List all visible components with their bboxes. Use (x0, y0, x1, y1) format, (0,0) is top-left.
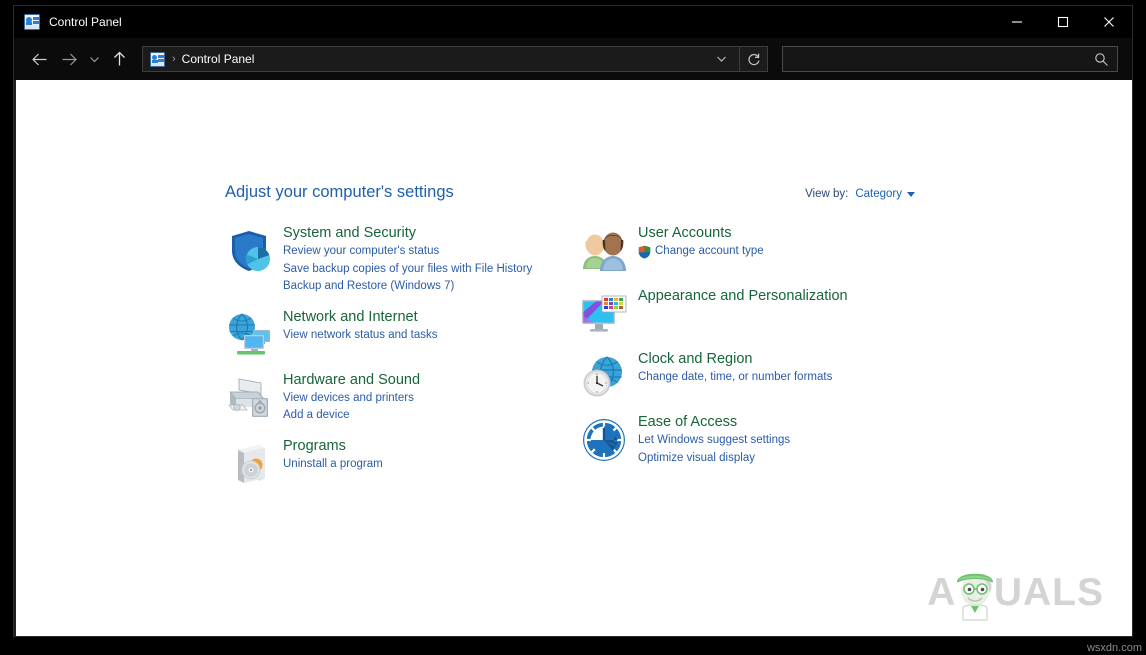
control-panel-icon (24, 14, 40, 30)
refresh-button[interactable] (740, 46, 768, 72)
page-title: Adjust your computer's settings (225, 183, 454, 201)
category-title[interactable]: Clock and Region (638, 349, 945, 369)
category-link[interactable]: Uninstall a program (283, 456, 580, 474)
breadcrumb-bar[interactable]: › Control Panel (142, 46, 740, 72)
category-title[interactable]: Programs (283, 436, 580, 456)
category-columns: System and Security Review your computer… (225, 223, 945, 499)
category-title[interactable]: Network and Internet (283, 307, 580, 327)
category-user-accounts[interactable]: User Accounts Change account type (580, 223, 945, 275)
category-programs[interactable]: Programs Uninstall a program (225, 436, 580, 488)
search-box[interactable] (782, 46, 1118, 72)
accessibility-icon (580, 416, 638, 464)
appuals-mascot-icon (949, 564, 1001, 627)
category-system-and-security[interactable]: System and Security Review your computer… (225, 223, 580, 296)
monitor-palette-icon (580, 290, 638, 338)
back-button[interactable] (24, 44, 54, 74)
category-body: User Accounts Change account type (638, 223, 945, 261)
search-input[interactable] (791, 52, 1094, 66)
category-title[interactable]: Hardware and Sound (283, 370, 580, 390)
globe-monitors-icon (225, 311, 283, 359)
close-button[interactable] (1086, 6, 1132, 38)
category-body: Clock and Region Change date, time, or n… (638, 349, 945, 387)
view-by-control[interactable]: View by: Category (805, 188, 915, 200)
category-network-and-internet[interactable]: Network and Internet View network status… (225, 307, 580, 359)
site-tag: wsxdn.com (1086, 642, 1142, 654)
category-body: Appearance and Personalization (638, 286, 945, 306)
category-title[interactable]: User Accounts (638, 223, 945, 243)
view-by-value[interactable]: Category (855, 188, 902, 200)
minimize-button[interactable] (994, 6, 1040, 38)
category-ease-of-access[interactable]: Ease of Access Let Windows suggest setti… (580, 412, 945, 467)
breadcrumb-separator: › (172, 53, 176, 65)
category-link[interactable]: Save backup copies of your files with Fi… (283, 261, 580, 279)
content-area: Adjust your computer's settings View by:… (14, 80, 1132, 636)
category-link-label: Change account type (655, 245, 764, 257)
control-panel-window: Control Panel › Control Panel Adjust you… (14, 6, 1132, 636)
uac-shield-icon (638, 245, 651, 259)
category-body: Network and Internet View network status… (283, 307, 580, 345)
category-title[interactable]: Ease of Access (638, 412, 945, 432)
category-appearance-and-personalization[interactable]: Appearance and Personalization (580, 286, 945, 338)
window-title: Control Panel (49, 15, 122, 29)
category-body: Programs Uninstall a program (283, 436, 580, 474)
two-users-icon (580, 227, 638, 275)
category-link[interactable]: Change date, time, or number formats (638, 369, 945, 387)
titlebar-left: Control Panel (14, 14, 994, 30)
left-column: System and Security Review your computer… (225, 223, 580, 499)
category-clock-and-region[interactable]: Clock and Region Change date, time, or n… (580, 349, 945, 401)
category-link[interactable]: Review your computer's status (283, 243, 580, 261)
category-link[interactable]: Change account type (638, 243, 945, 261)
category-link[interactable]: Backup and Restore (Windows 7) (283, 278, 580, 296)
up-button[interactable] (104, 44, 134, 74)
category-title[interactable]: System and Security (283, 223, 580, 243)
software-box-icon (225, 440, 283, 488)
category-body: Hardware and Sound View devices and prin… (283, 370, 580, 425)
caret-down-icon[interactable] (907, 191, 915, 197)
category-title[interactable]: Appearance and Personalization (638, 286, 945, 306)
category-link[interactable]: View devices and printers (283, 390, 580, 408)
right-column: User Accounts Change account type Appear… (580, 223, 945, 499)
globe-clock-icon (580, 353, 638, 401)
category-body: System and Security Review your computer… (283, 223, 580, 296)
recent-locations-button[interactable] (84, 44, 104, 74)
breadcrumb-control-panel-icon (150, 51, 165, 67)
shield-chart-icon (225, 227, 283, 275)
window-controls (994, 6, 1132, 38)
accent-edge (14, 80, 16, 146)
category-link[interactable]: Add a device (283, 407, 580, 425)
appuals-watermark: A PUALS (927, 573, 1104, 621)
category-hardware-and-sound[interactable]: Hardware and Sound View devices and prin… (225, 370, 580, 425)
address-bar: › Control Panel (14, 38, 1132, 80)
category-body: Ease of Access Let Windows suggest setti… (638, 412, 945, 467)
titlebar: Control Panel (14, 6, 1132, 38)
printer-speaker-icon (225, 374, 283, 422)
view-by-label: View by: (805, 188, 849, 200)
page-header: Adjust your computer's settings View by:… (225, 183, 915, 202)
category-link[interactable]: View network status and tasks (283, 327, 580, 345)
category-link[interactable]: Let Windows suggest settings (638, 432, 945, 450)
breadcrumb-path[interactable]: Control Panel (182, 52, 708, 66)
forward-button[interactable] (54, 44, 84, 74)
search-icon[interactable] (1094, 52, 1109, 67)
category-link[interactable]: Optimize visual display (638, 450, 945, 468)
maximize-button[interactable] (1040, 6, 1086, 38)
breadcrumb-dropdown-icon[interactable] (708, 55, 735, 63)
